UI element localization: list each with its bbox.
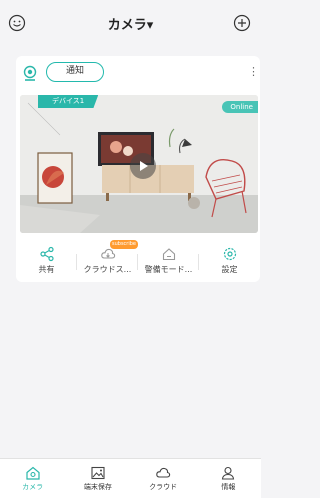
- share-action[interactable]: 共有: [16, 242, 77, 282]
- action-bar: 共有 subscribe クラウドス... 警備モード... 設定: [16, 240, 260, 282]
- nav-cloud-label: クラウド: [149, 483, 178, 491]
- notify-button[interactable]: 通知: [46, 62, 104, 82]
- nav-local-storage-label: 端末保存: [83, 483, 112, 491]
- camera-home-icon: [26, 466, 40, 480]
- cloud-storage-label: クラウドス...: [83, 265, 132, 274]
- nav-info[interactable]: 情報: [196, 459, 261, 498]
- camera-preview[interactable]: デバイス1 Online: [20, 95, 258, 233]
- subscribe-badge: subscribe: [110, 240, 138, 249]
- share-label: 共有: [38, 265, 55, 274]
- page-title[interactable]: カメラ▾: [0, 14, 261, 33]
- top-bar: カメラ▾: [0, 0, 261, 44]
- camera-icon: [23, 65, 37, 81]
- settings-action[interactable]: 設定: [199, 242, 260, 282]
- more-options-icon[interactable]: ⋮: [248, 65, 259, 79]
- device-name-tag: デバイス1: [38, 95, 99, 108]
- nav-camera-label: カメラ: [22, 483, 44, 491]
- nav-local-storage[interactable]: 端末保存: [65, 459, 130, 498]
- home-icon: [162, 248, 175, 261]
- nav-camera[interactable]: カメラ: [0, 459, 65, 498]
- card-header: 通知 ⋮: [16, 56, 260, 90]
- settings-label: 設定: [221, 265, 238, 274]
- online-status-badge: Online: [222, 101, 258, 113]
- cloud-icon: [156, 467, 171, 478]
- security-mode-label: 警備モード...: [144, 265, 193, 274]
- security-mode-action[interactable]: 警備モード...: [138, 242, 199, 282]
- cloud-storage-action[interactable]: subscribe クラウドス...: [77, 240, 138, 282]
- play-button[interactable]: [130, 153, 156, 179]
- nav-info-label: 情報: [221, 483, 236, 491]
- add-circle-icon[interactable]: [233, 14, 251, 32]
- device-card: 通知 ⋮ デバイス1 Online 共有 subscribe クラウドス... …: [16, 56, 260, 282]
- image-icon: [91, 466, 105, 480]
- nav-cloud[interactable]: クラウド: [131, 459, 196, 498]
- gear-icon: [223, 247, 236, 261]
- bottom-nav: カメラ 端末保存 クラウド 情報: [0, 458, 261, 498]
- person-icon: [222, 466, 235, 480]
- play-icon: [140, 161, 148, 171]
- share-icon: [39, 246, 54, 262]
